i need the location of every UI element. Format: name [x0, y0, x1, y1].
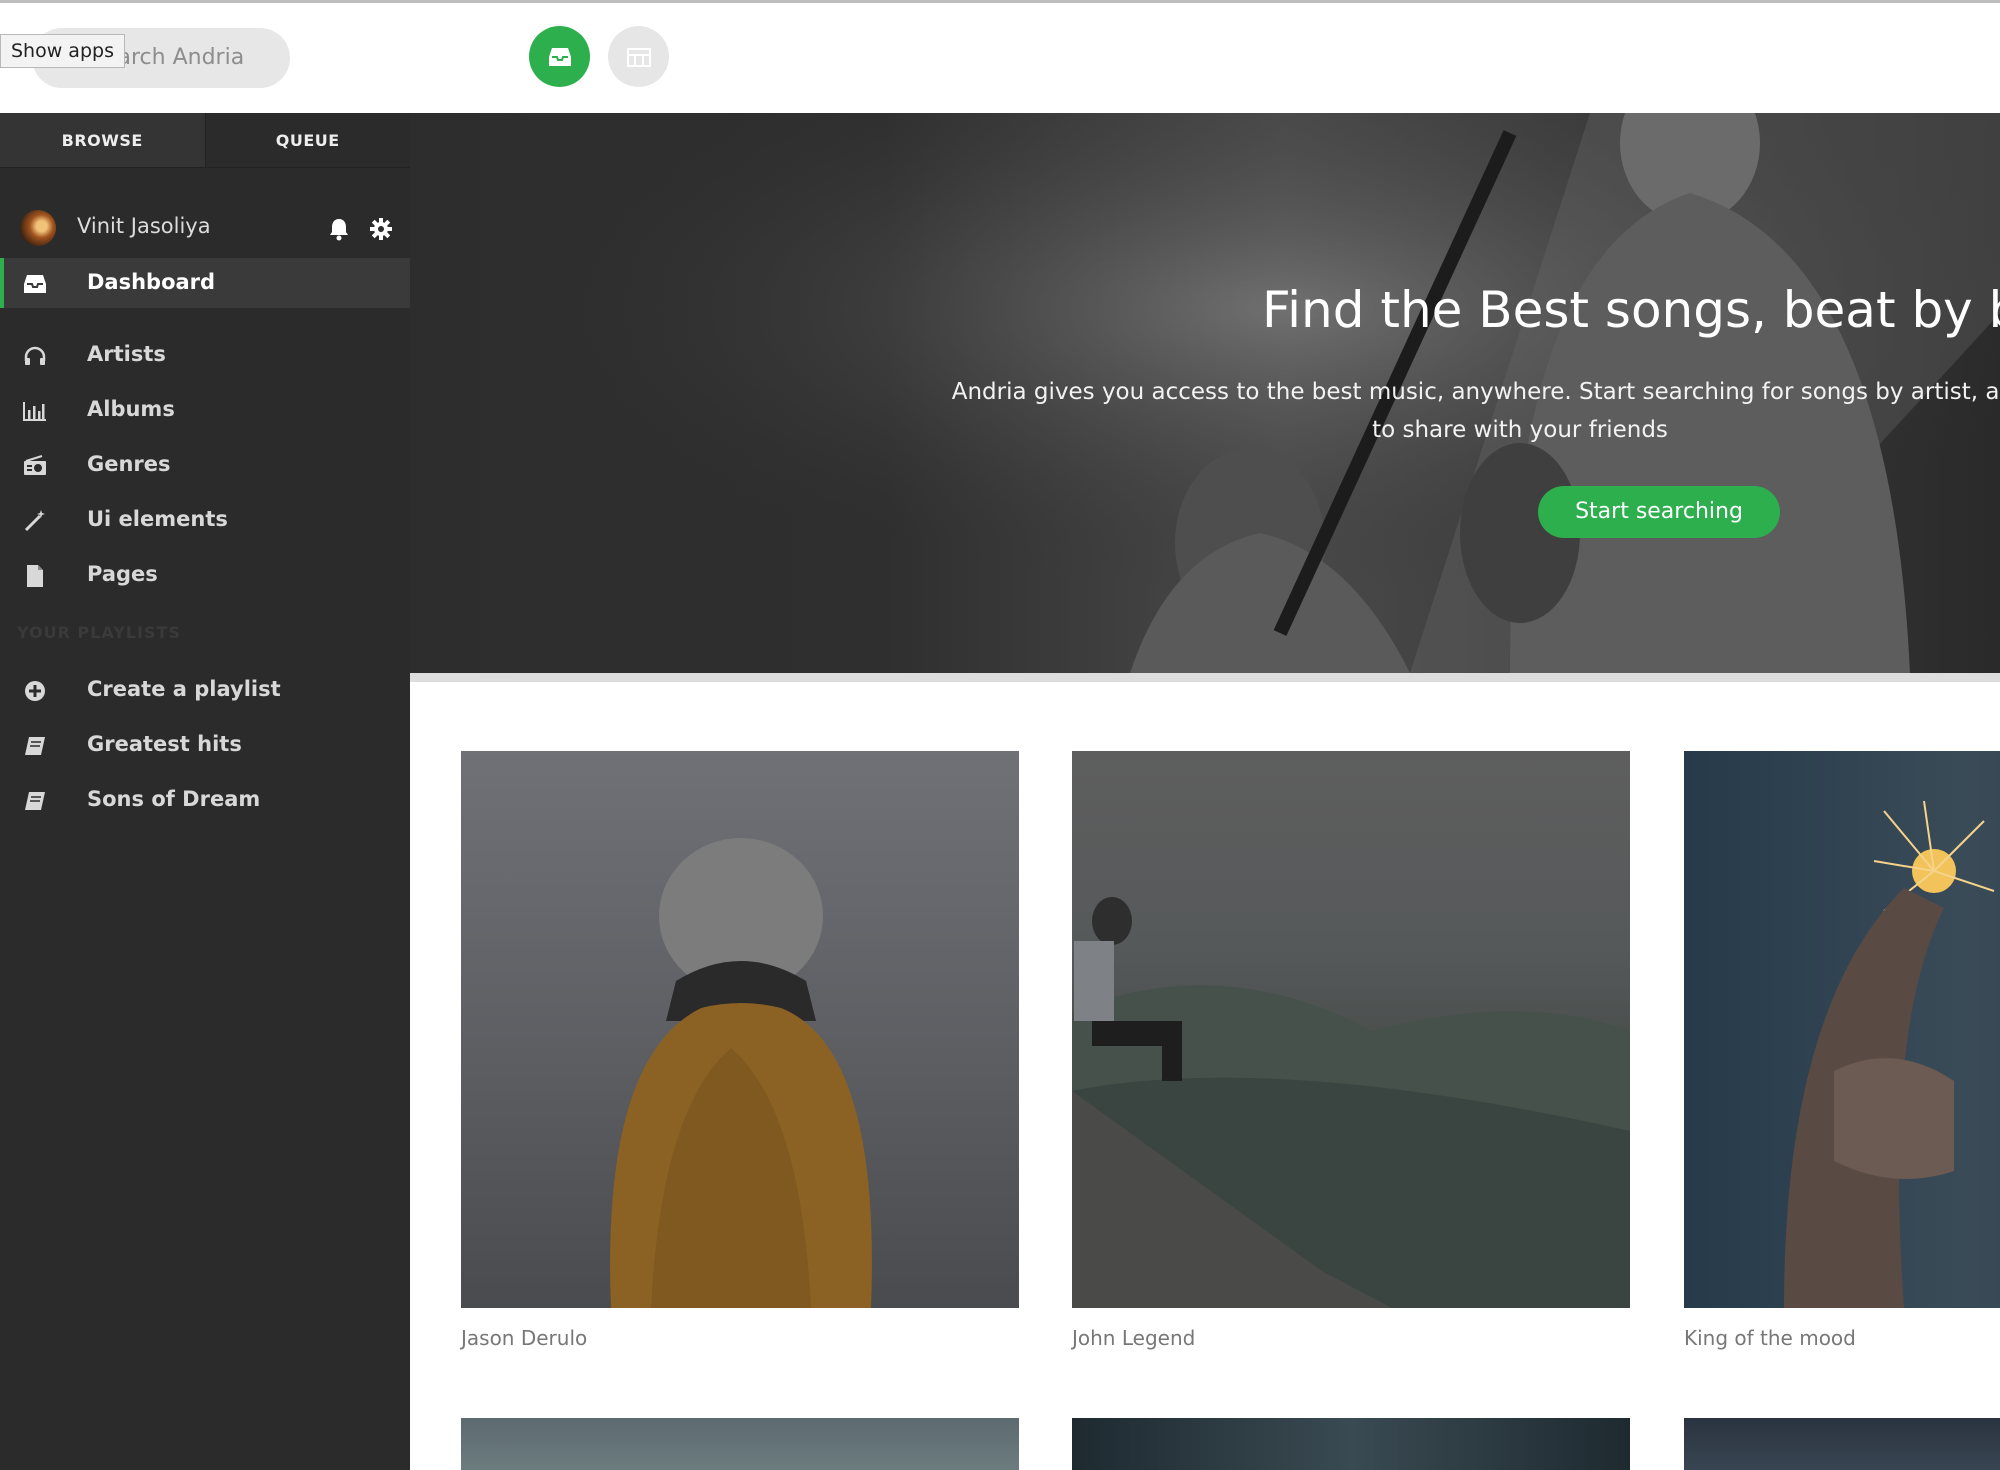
artist-card-image[interactable]: [461, 751, 1019, 1308]
sidebar-item-label: Ui elements: [87, 507, 228, 531]
start-searching-button[interactable]: Start searching: [1538, 486, 1780, 538]
artist-card-image[interactable]: [461, 1418, 1019, 1470]
plus-circle-icon: [20, 677, 50, 705]
hero-description-line1: Andria gives you access to the best musi…: [951, 379, 2000, 405]
hero-description-line2: to share with your friends: [1372, 417, 1668, 443]
radio-icon: [20, 452, 50, 480]
user-row: Vinit Jasoliya: [0, 208, 410, 248]
headphones-icon: [20, 342, 50, 370]
sidebar-item-dashboard[interactable]: Dashboard: [0, 258, 410, 308]
sidebar-item-artists[interactable]: Artists: [0, 330, 410, 380]
sidebar-tabs: BROWSE QUEUE: [0, 113, 410, 168]
sidebar-item-pages[interactable]: Pages: [0, 550, 410, 600]
bar-chart-icon: [20, 397, 50, 425]
hero-description: Andria gives you access to the best musi…: [920, 373, 2000, 449]
artist-card-caption[interactable]: John Legend: [1072, 1326, 1630, 1350]
sidebar-item-albums[interactable]: Albums: [0, 385, 410, 435]
sidebar-item-greatest-hits[interactable]: Greatest hits: [0, 720, 410, 770]
artist-card-image[interactable]: [1684, 1418, 2000, 1470]
top-bar: Search Andria Show apps: [0, 3, 2000, 113]
artist-card[interactable]: Jason Derulo: [461, 751, 1019, 1350]
avatar[interactable]: [20, 210, 56, 246]
artist-card[interactable]: John Legend: [1072, 751, 1630, 1350]
sidebar-item-label: Greatest hits: [87, 732, 242, 756]
hero-banner: Find the Best songs, beat by beat Andria…: [410, 113, 2000, 673]
artist-card[interactable]: King of the mood: [1684, 751, 2000, 1350]
sidebar: BROWSE QUEUE Vinit Jasoliya Dashboard Ar…: [0, 113, 410, 1470]
tab-queue[interactable]: QUEUE: [204, 113, 410, 167]
inbox-icon: [548, 47, 571, 66]
sidebar-item-label: Artists: [87, 342, 166, 366]
artist-card-image[interactable]: [1072, 1418, 1630, 1470]
sidebar-item-label: Albums: [87, 397, 175, 421]
calendar-icon: [626, 47, 651, 67]
bell-icon[interactable]: [326, 216, 352, 242]
playlists-heading: YOUR PLAYLISTS: [17, 623, 181, 642]
tab-browse[interactable]: BROWSE: [0, 113, 205, 167]
gear-icon[interactable]: [368, 216, 394, 242]
magic-wand-icon: [20, 507, 50, 535]
hero-title: Find the Best songs, beat by beat: [1262, 281, 2000, 339]
artist-card-image[interactable]: [1684, 751, 2000, 1308]
show-apps-tooltip: Show apps: [0, 34, 125, 68]
artist-card-caption[interactable]: Jason Derulo: [461, 1326, 1019, 1350]
artist-card-image[interactable]: [1072, 751, 1630, 1308]
artist-card-caption[interactable]: King of the mood: [1684, 1326, 2000, 1350]
sidebar-item-sons-of-dream[interactable]: Sons of Dream: [0, 775, 410, 825]
sidebar-item-label: Sons of Dream: [87, 787, 261, 811]
sidebar-item-label: Create a playlist: [87, 677, 281, 701]
user-name[interactable]: Vinit Jasoliya: [77, 214, 211, 238]
sidebar-item-label: Dashboard: [87, 270, 216, 294]
inbox-button[interactable]: [529, 26, 590, 87]
sidebar-item-label: Pages: [87, 562, 158, 586]
book-icon: [20, 787, 50, 815]
sidebar-item-create-playlist[interactable]: Create a playlist: [0, 665, 410, 715]
book-icon: [20, 732, 50, 760]
hero-divider: [410, 673, 2000, 682]
sidebar-item-ui-elements[interactable]: Ui elements: [0, 495, 410, 545]
inbox-icon: [20, 270, 50, 298]
file-icon: [20, 562, 50, 590]
sidebar-item-label: Genres: [87, 452, 171, 476]
sidebar-item-genres[interactable]: Genres: [0, 440, 410, 490]
calendar-button[interactable]: [608, 26, 669, 87]
